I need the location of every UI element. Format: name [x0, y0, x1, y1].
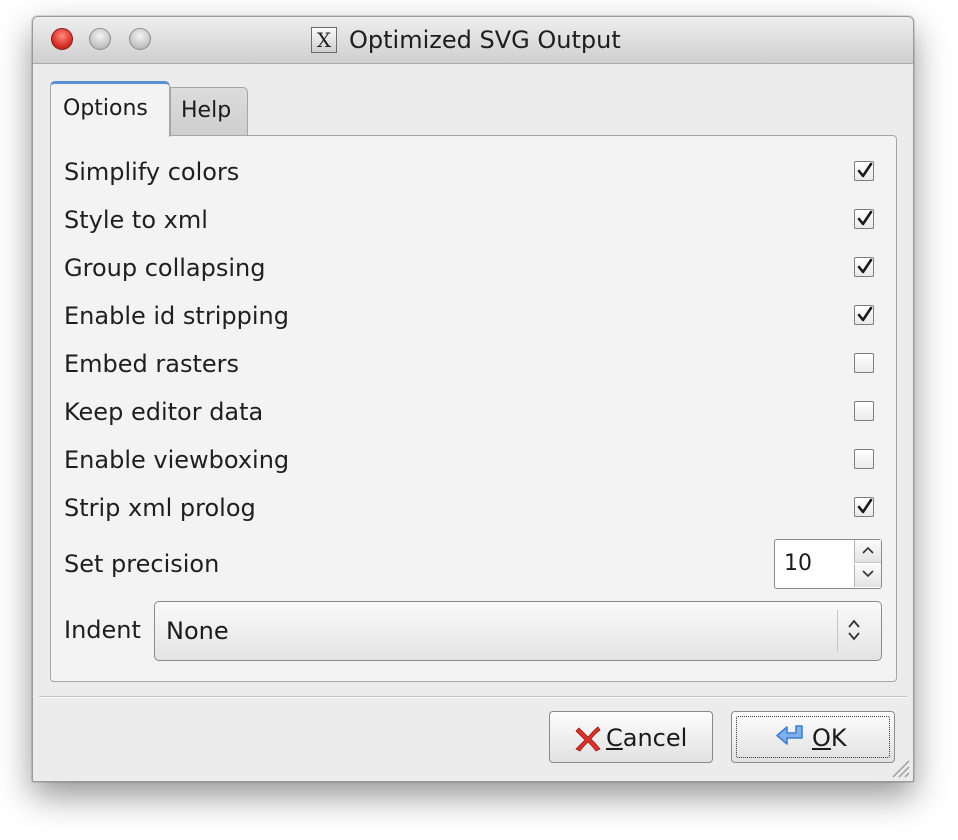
- indent-value: None: [166, 617, 229, 645]
- option-label: Enable viewboxing: [64, 446, 290, 474]
- chevron-down-icon: [862, 570, 874, 578]
- chevron-up-icon: [862, 546, 874, 554]
- indent-label: Indent: [64, 616, 141, 644]
- option-label: Style to xml: [64, 206, 208, 234]
- ok-label: OK: [812, 724, 847, 752]
- option-checkbox[interactable]: [854, 497, 874, 517]
- precision-spinbox[interactable]: 10: [774, 539, 882, 589]
- tab-options[interactable]: Options: [50, 81, 170, 137]
- tab-help[interactable]: Help: [170, 87, 248, 135]
- option-label: Strip xml prolog: [64, 494, 256, 522]
- spin-up-button[interactable]: [854, 540, 881, 563]
- resize-grip-icon[interactable]: [885, 753, 911, 779]
- close-window-button[interactable]: [51, 28, 73, 50]
- options-panel: Simplify colors Style to xml Group collaps…: [50, 135, 897, 682]
- option-checkbox[interactable]: [854, 305, 874, 325]
- option-label: Keep editor data: [64, 398, 264, 426]
- option-row[interactable]: Enable viewboxing: [64, 440, 887, 480]
- option-checkbox[interactable]: [854, 449, 874, 469]
- checkmark-icon: [857, 498, 873, 514]
- option-row[interactable]: Enable id stripping: [64, 296, 887, 336]
- option-row[interactable]: Simplify colors: [64, 152, 887, 192]
- enter-arrow-icon: [776, 725, 803, 745]
- option-checkbox[interactable]: [854, 161, 874, 181]
- option-row[interactable]: Style to xml: [64, 200, 887, 240]
- indent-select[interactable]: None: [154, 601, 882, 661]
- option-row[interactable]: Keep editor data: [64, 392, 887, 432]
- option-label: Embed rasters: [64, 350, 240, 378]
- button-separator: [39, 696, 907, 698]
- checkmark-icon: [857, 258, 873, 274]
- zoom-window-button[interactable]: [129, 28, 151, 50]
- option-row[interactable]: Strip xml prolog: [64, 488, 887, 528]
- checkmark-icon: [857, 306, 873, 322]
- option-checkbox[interactable]: [854, 209, 874, 229]
- option-checkbox[interactable]: [854, 257, 874, 277]
- up-down-arrows-icon: [848, 619, 860, 641]
- option-checkbox[interactable]: [854, 353, 874, 373]
- checkmark-icon: [857, 210, 873, 226]
- cancel-button[interactable]: Cancel: [549, 711, 713, 763]
- app-icon: X: [311, 27, 337, 53]
- option-label: Group collapsing: [64, 254, 266, 282]
- cancel-label: Cancel: [606, 724, 688, 752]
- ok-button[interactable]: OK: [731, 711, 895, 763]
- option-label: Simplify colors: [64, 158, 240, 186]
- option-label: Enable id stripping: [64, 302, 289, 330]
- spin-down-button[interactable]: [854, 564, 881, 587]
- option-checkbox[interactable]: [854, 401, 874, 421]
- select-divider: [837, 610, 838, 652]
- optimized-svg-dialog: X Optimized SVG Output Options Help Simp…: [32, 16, 914, 782]
- precision-value[interactable]: 10: [784, 551, 812, 577]
- checkmark-icon: [857, 162, 873, 178]
- window-title: Optimized SVG Output: [349, 26, 621, 54]
- cancel-x-icon: [575, 726, 601, 752]
- option-row[interactable]: Embed rasters: [64, 344, 887, 384]
- option-row[interactable]: Group collapsing: [64, 248, 887, 288]
- precision-label: Set precision: [64, 550, 220, 578]
- minimize-window-button[interactable]: [89, 28, 111, 50]
- title-bar[interactable]: X Optimized SVG Output: [33, 17, 913, 64]
